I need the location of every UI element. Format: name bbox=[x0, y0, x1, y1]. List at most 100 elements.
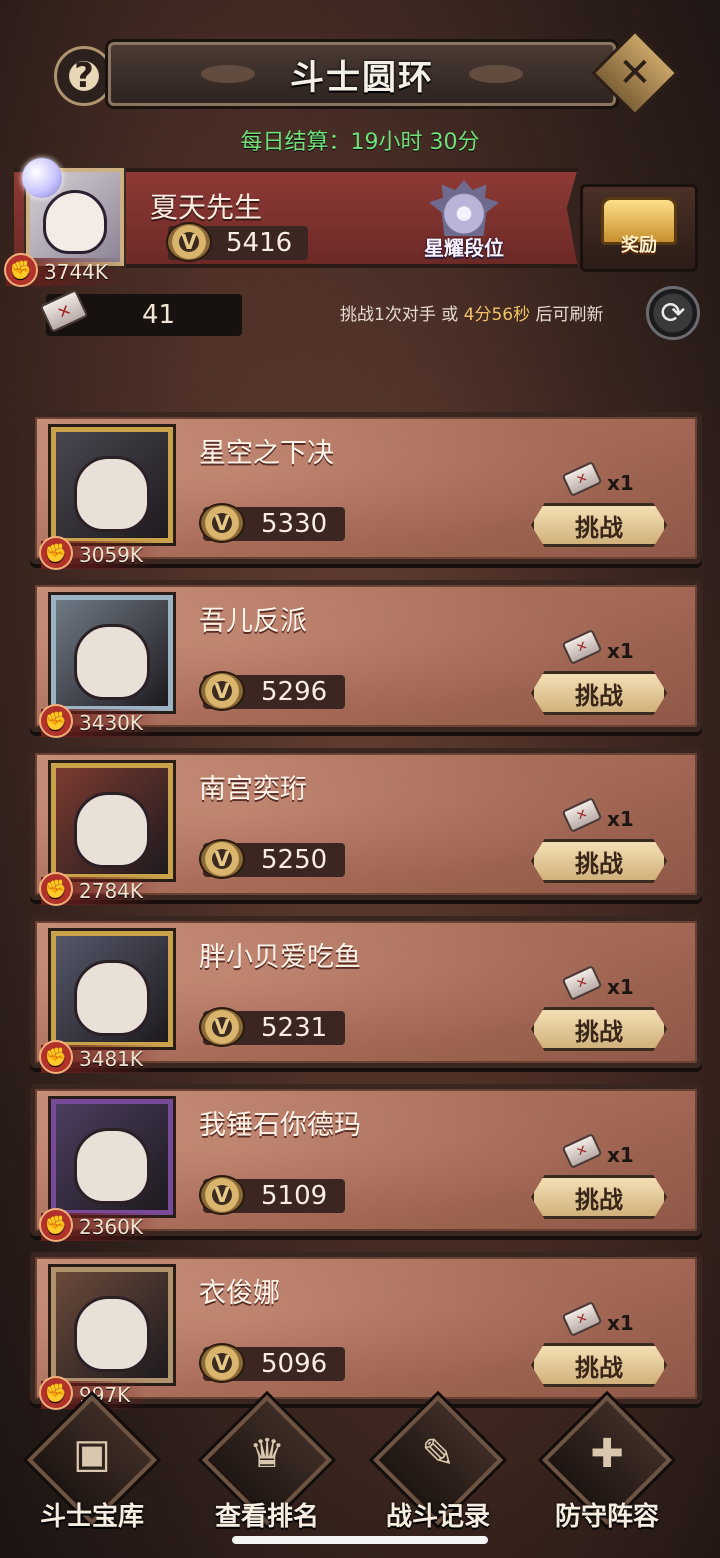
fist-icon: ✊ bbox=[39, 1040, 73, 1074]
rank-points-icon: V bbox=[199, 1007, 245, 1047]
opponent-power-value: 3430K bbox=[79, 711, 144, 735]
player-power-value: 3744K bbox=[44, 260, 109, 284]
challenge-cost: ✕ x1 bbox=[561, 964, 645, 1003]
opponent-portrait[interactable] bbox=[51, 1267, 173, 1383]
rank-crest-icon bbox=[429, 180, 499, 236]
opponent-card: 星空之下决 5330 V ✕ x1 挑战 ✊ 3059K bbox=[30, 412, 702, 570]
cost-value: x1 bbox=[607, 639, 634, 663]
opponent-face bbox=[74, 456, 150, 532]
nav-glyph: ▣ bbox=[73, 1431, 111, 1477]
opponent-power-badge: ✊ 2784K bbox=[39, 872, 162, 906]
rank-points-icon: V bbox=[166, 222, 212, 262]
ticket-counter: ✕ 41 bbox=[39, 288, 242, 336]
ticket-icon: ✕ bbox=[39, 288, 89, 334]
nav-label: 查看排名 bbox=[214, 1502, 319, 1532]
opponent-power-value: 3059K bbox=[79, 543, 144, 567]
challenge-button[interactable]: 挑战 bbox=[531, 1007, 667, 1051]
opponent-portrait[interactable] bbox=[51, 1099, 173, 1215]
opponent-face bbox=[74, 624, 150, 700]
opponent-portrait[interactable] bbox=[51, 931, 173, 1047]
cost-value: x1 bbox=[607, 1143, 634, 1167]
opponent-score-value: 5109 bbox=[261, 1181, 328, 1211]
rank-points-icon: V bbox=[199, 671, 245, 711]
refresh-hint: 挑战1次对手 或 4分56秒 后可刷新 bbox=[340, 300, 603, 325]
trophy-icon: ♛ bbox=[239, 1426, 295, 1482]
opponent-power-badge: ✊ 3059K bbox=[39, 536, 162, 570]
opponent-face bbox=[74, 1296, 150, 1372]
ticket-icon: ✕ bbox=[561, 460, 603, 498]
challenge-cost: ✕ x1 bbox=[561, 1132, 645, 1171]
nav-label: 战斗记录 bbox=[385, 1502, 490, 1532]
player-power-badge: ✊ 3744K bbox=[4, 253, 127, 287]
ticket-icon: ✕ bbox=[561, 796, 603, 834]
opponent-power-badge: ✊ 2360K bbox=[39, 1208, 162, 1242]
treasure-chest-icon: ▣ bbox=[64, 1426, 120, 1482]
cost-value: x1 bbox=[607, 1311, 634, 1335]
nav-glyph: ✎ bbox=[421, 1431, 455, 1477]
reward-button[interactable]: 奖励 bbox=[580, 184, 698, 272]
opponent-card: 吾儿反派 5296 V ✕ x1 挑战 ✊ 3430K bbox=[30, 580, 702, 738]
orb-icon bbox=[22, 158, 62, 198]
ticket-icon: ✕ bbox=[561, 964, 603, 1002]
challenge-button[interactable]: 挑战 bbox=[531, 1175, 667, 1219]
opponent-card: 南宫奕珩 5250 V ✕ x1 挑战 ✊ 2784K bbox=[30, 748, 702, 906]
bottom-nav: ▣ 斗士宝库 ♛ 查看排名 ✎ 战斗记录 ✚ 防守阵容 bbox=[0, 1394, 720, 1558]
challenge-button[interactable]: 挑战 bbox=[531, 1343, 667, 1387]
close-icon: ✕ bbox=[618, 49, 652, 96]
opponent-name: 南宫奕珩 bbox=[199, 774, 307, 805]
nav-item[interactable]: ✚ 防守阵容 bbox=[527, 1394, 687, 1540]
opponent-portrait[interactable] bbox=[51, 427, 173, 543]
opponent-card: 衣俊娜 5096 V ✕ x1 挑战 ✊ 997K bbox=[30, 1252, 702, 1410]
opponent-name: 吾儿反派 bbox=[199, 606, 307, 637]
scroll-icon: ✎ bbox=[410, 1426, 466, 1482]
nav-label: 防守阵容 bbox=[554, 1502, 659, 1532]
nav-item[interactable]: ▣ 斗士宝库 bbox=[12, 1394, 172, 1540]
refresh-suffix: 后可刷新 bbox=[530, 305, 604, 325]
refresh-time: 4分56秒 bbox=[463, 305, 531, 325]
cost-value: x1 bbox=[607, 471, 634, 495]
cost-value: x1 bbox=[607, 975, 634, 999]
challenge-button[interactable]: 挑战 bbox=[531, 503, 667, 547]
opponent-face bbox=[74, 792, 150, 868]
nav-glyph: ✚ bbox=[590, 1431, 624, 1477]
fist-icon: ✊ bbox=[39, 536, 73, 570]
opponent-power-value: 3481K bbox=[79, 1047, 144, 1071]
opponent-power-value: 2784K bbox=[79, 879, 144, 903]
nav-item[interactable]: ✎ 战斗记录 bbox=[358, 1394, 518, 1540]
help-button[interactable]: ? bbox=[54, 46, 114, 106]
home-indicator bbox=[232, 1536, 488, 1544]
opponent-score-value: 5250 bbox=[261, 845, 328, 875]
opponent-name: 我锤石你德玛 bbox=[199, 1110, 361, 1141]
nav-item[interactable]: ♛ 查看排名 bbox=[187, 1394, 347, 1540]
opponent-score-value: 5296 bbox=[261, 677, 328, 707]
avatar-face bbox=[43, 190, 107, 254]
opponent-power-badge: ✊ 3481K bbox=[39, 1040, 162, 1074]
opponent-power-badge: ✊ 3430K bbox=[39, 704, 162, 738]
cost-value: x1 bbox=[607, 807, 634, 831]
star-rank-badge[interactable]: 星耀段位 bbox=[414, 180, 514, 260]
opponent-name: 衣俊娜 bbox=[199, 1278, 280, 1309]
player-name: 夏天先生 bbox=[150, 191, 263, 224]
fist-icon: ✊ bbox=[39, 1208, 73, 1242]
ticket-icon: ✕ bbox=[561, 1300, 603, 1338]
opponent-card: 胖小贝爱吃鱼 5231 V ✕ x1 挑战 ✊ 3481K bbox=[30, 916, 702, 1074]
fist-icon: ✊ bbox=[39, 704, 73, 738]
opponent-portrait[interactable] bbox=[51, 763, 173, 879]
opponent-name: 星空之下决 bbox=[199, 438, 334, 469]
challenge-cost: ✕ x1 bbox=[561, 796, 645, 835]
ticket-icon: ✕ bbox=[561, 628, 603, 666]
page-title: 斗士圆环 bbox=[290, 57, 434, 98]
nav-label: 斗士宝库 bbox=[39, 1502, 144, 1532]
opponent-face bbox=[74, 960, 150, 1036]
challenge-button[interactable]: 挑战 bbox=[531, 839, 667, 883]
fist-icon: ✊ bbox=[39, 872, 73, 906]
opponent-portrait[interactable] bbox=[51, 595, 173, 711]
fist-icon: ✊ bbox=[4, 253, 38, 287]
challenge-cost: ✕ x1 bbox=[561, 1300, 645, 1339]
refresh-button[interactable]: ⟳ bbox=[646, 286, 700, 340]
rank-points-icon: V bbox=[199, 839, 245, 879]
ticket-icon: ✕ bbox=[561, 1132, 603, 1170]
rank-points-icon: V bbox=[199, 503, 245, 543]
refresh-prefix: 挑战1次对手 或 bbox=[340, 305, 464, 325]
challenge-button[interactable]: 挑战 bbox=[531, 671, 667, 715]
